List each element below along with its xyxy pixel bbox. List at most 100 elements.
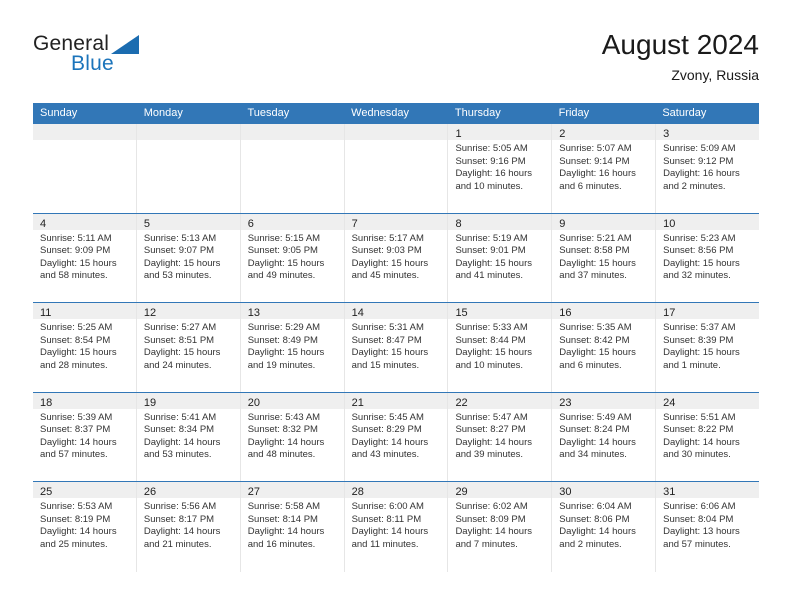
day-cell[interactable]: 16 Sunrise: 5:35 AM Sunset: 8:42 PM Dayl… (552, 303, 657, 392)
day-cell[interactable]: 27 Sunrise: 5:58 AM Sunset: 8:14 PM Dayl… (240, 482, 345, 572)
day-cell[interactable]: 6 Sunrise: 5:15 AM Sunset: 9:05 PM Dayli… (240, 213, 345, 302)
day-cell[interactable]: 30 Sunrise: 6:04 AM Sunset: 8:06 PM Dayl… (552, 482, 657, 572)
day-number-band: 13 (240, 303, 344, 319)
daylight-text-line2: and 53 minutes. (143, 449, 212, 461)
day-number: 15 (455, 307, 468, 319)
daylight-text-line1: Daylight: 15 hours (455, 347, 533, 359)
day-cell[interactable]: 21 Sunrise: 5:45 AM Sunset: 8:29 PM Dayl… (344, 392, 449, 481)
day-cell[interactable]: 13 Sunrise: 5:29 AM Sunset: 8:49 PM Dayl… (240, 303, 345, 392)
day-cell[interactable]: 25 Sunrise: 5:53 AM Sunset: 8:19 PM Dayl… (33, 482, 137, 572)
day-cell[interactable]: 20 Sunrise: 5:43 AM Sunset: 8:32 PM Dayl… (240, 392, 345, 481)
day-cell[interactable]: 18 Sunrise: 5:39 AM Sunset: 8:37 PM Dayl… (33, 392, 137, 481)
day-info (137, 140, 240, 143)
sunset-text: Sunset: 8:58 PM (559, 245, 630, 257)
sunset-text: Sunset: 8:22 PM (663, 424, 734, 436)
day-info: Sunrise: 5:17 AM Sunset: 9:03 PM Dayligh… (345, 230, 448, 283)
day-cell[interactable] (344, 124, 449, 213)
daylight-text-line2: and 30 minutes. (663, 449, 731, 461)
daylight-text-line1: Daylight: 14 hours (559, 436, 636, 448)
brand-logo[interactable]: General Blue (33, 32, 253, 88)
day-cell[interactable]: 5 Sunrise: 5:13 AM Sunset: 9:07 PM Dayli… (136, 213, 241, 302)
day-info: Sunrise: 5:27 AM Sunset: 8:51 PM Dayligh… (137, 319, 240, 372)
day-info: Sunrise: 5:19 AM Sunset: 9:01 PM Dayligh… (448, 230, 551, 283)
sunset-text: Sunset: 9:16 PM (455, 155, 526, 167)
day-cell[interactable]: 28 Sunrise: 6:00 AM Sunset: 8:11 PM Dayl… (344, 482, 449, 572)
day-cell[interactable]: 7 Sunrise: 5:17 AM Sunset: 9:03 PM Dayli… (344, 213, 449, 302)
day-cell[interactable]: 31 Sunrise: 6:06 AM Sunset: 8:04 PM Dayl… (656, 482, 760, 572)
day-cell[interactable] (240, 124, 345, 213)
daylight-text-line2: and 16 minutes. (247, 538, 316, 550)
day-number-band: 27 (240, 482, 344, 498)
title-group: August 2024 Zvony, Russia (602, 28, 759, 85)
daylight-text-line2: and 58 minutes. (40, 270, 108, 282)
day-number: 13 (247, 307, 260, 319)
day-info: Sunrise: 5:05 AM Sunset: 9:16 PM Dayligh… (448, 140, 551, 193)
day-info: Sunrise: 5:29 AM Sunset: 8:49 PM Dayligh… (241, 319, 344, 372)
day-cell[interactable]: 3 Sunrise: 5:09 AM Sunset: 9:12 PM Dayli… (656, 124, 760, 213)
daylight-text-line1: Daylight: 14 hours (351, 526, 429, 538)
day-cell[interactable]: 22 Sunrise: 5:47 AM Sunset: 8:27 PM Dayl… (448, 392, 553, 481)
day-info: Sunrise: 5:43 AM Sunset: 8:32 PM Dayligh… (241, 409, 344, 462)
day-cell[interactable]: 1 Sunrise: 5:05 AM Sunset: 9:16 PM Dayli… (448, 124, 553, 213)
daylight-text-line2: and 28 minutes. (40, 359, 108, 371)
day-cell[interactable]: 10 Sunrise: 5:23 AM Sunset: 8:56 PM Dayl… (656, 213, 760, 302)
weekday-saturday: Saturday (662, 107, 707, 119)
day-cell[interactable]: 24 Sunrise: 5:51 AM Sunset: 8:22 PM Dayl… (656, 392, 760, 481)
sunrise-text: Sunrise: 5:43 AM (247, 411, 321, 423)
day-cell[interactable]: 9 Sunrise: 5:21 AM Sunset: 8:58 PM Dayli… (552, 213, 657, 302)
day-cell[interactable]: 19 Sunrise: 5:41 AM Sunset: 8:34 PM Dayl… (136, 392, 241, 481)
day-number: 20 (247, 396, 260, 409)
daylight-text-line1: Daylight: 15 hours (351, 257, 429, 269)
daylight-text-line1: Daylight: 15 hours (143, 257, 221, 269)
sunrise-text: Sunrise: 6:04 AM (559, 501, 632, 512)
week-row: 4 Sunrise: 5:11 AM Sunset: 9:09 PM Dayli… (33, 213, 760, 303)
day-cell[interactable]: 29 Sunrise: 6:02 AM Sunset: 8:09 PM Dayl… (448, 482, 553, 572)
daylight-text-line1: Daylight: 14 hours (455, 526, 533, 538)
day-cell[interactable] (33, 124, 137, 213)
daylight-text-line2: and 53 minutes. (143, 270, 212, 282)
day-cell[interactable]: 12 Sunrise: 5:27 AM Sunset: 8:51 PM Dayl… (136, 303, 241, 392)
day-cell[interactable]: 8 Sunrise: 5:19 AM Sunset: 9:01 PM Dayli… (448, 213, 553, 302)
day-info: Sunrise: 5:45 AM Sunset: 8:29 PM Dayligh… (345, 409, 448, 462)
weekday-friday: Friday (558, 107, 590, 119)
daylight-text-line2: and 10 minutes. (455, 359, 524, 371)
sunset-text: Sunset: 8:42 PM (559, 334, 630, 346)
day-number: 4 (40, 217, 47, 230)
sunrise-text: Sunrise: 5:07 AM (559, 143, 632, 154)
day-info: Sunrise: 5:33 AM Sunset: 8:44 PM Dayligh… (448, 319, 551, 372)
day-cell[interactable]: 17 Sunrise: 5:37 AM Sunset: 8:39 PM Dayl… (656, 303, 760, 392)
day-number-band: 6 (240, 213, 344, 230)
sunset-text: Sunset: 8:17 PM (143, 513, 215, 525)
day-cell[interactable] (136, 124, 241, 213)
daylight-text-line1: Daylight: 14 hours (143, 436, 221, 448)
weekday-tuesday: Tuesday (247, 107, 290, 119)
day-info: Sunrise: 5:25 AM Sunset: 8:54 PM Dayligh… (33, 319, 136, 372)
sunset-text: Sunset: 8:06 PM (559, 513, 630, 525)
daylight-text-line2: and 2 minutes. (663, 180, 726, 192)
day-info: Sunrise: 5:11 AM Sunset: 9:09 PM Dayligh… (33, 230, 136, 283)
day-cell[interactable]: 14 Sunrise: 5:31 AM Sunset: 8:47 PM Dayl… (344, 303, 449, 392)
day-cell[interactable]: 11 Sunrise: 5:25 AM Sunset: 8:54 PM Dayl… (33, 303, 137, 392)
day-number: 11 (40, 307, 52, 319)
day-number: 9 (559, 217, 566, 230)
day-info: Sunrise: 5:58 AM Sunset: 8:14 PM Dayligh… (241, 498, 344, 551)
day-info: Sunrise: 5:37 AM Sunset: 8:39 PM Dayligh… (656, 319, 759, 372)
day-cell[interactable]: 2 Sunrise: 5:07 AM Sunset: 9:14 PM Dayli… (552, 124, 657, 213)
day-number: 28 (351, 486, 364, 498)
daylight-text-line1: Daylight: 16 hours (663, 168, 740, 180)
day-number: 3 (663, 128, 670, 140)
sunrise-text: Sunrise: 5:53 AM (40, 501, 113, 512)
daylight-text-line1: Daylight: 15 hours (663, 257, 740, 269)
day-info: Sunrise: 5:39 AM Sunset: 8:37 PM Dayligh… (33, 409, 136, 462)
day-cell[interactable]: 26 Sunrise: 5:56 AM Sunset: 8:17 PM Dayl… (136, 482, 241, 572)
daylight-text-line2: and 34 minutes. (559, 449, 627, 461)
daylight-text-line2: and 32 minutes. (663, 270, 731, 282)
day-number-band (136, 124, 240, 140)
day-cell[interactable]: 4 Sunrise: 5:11 AM Sunset: 9:09 PM Dayli… (33, 213, 137, 302)
daylight-text-line2: and 11 minutes. (351, 538, 419, 550)
day-cell[interactable]: 23 Sunrise: 5:49 AM Sunset: 8:24 PM Dayl… (552, 392, 657, 481)
sunset-text: Sunset: 8:29 PM (351, 424, 422, 436)
day-info: Sunrise: 5:51 AM Sunset: 8:22 PM Dayligh… (656, 409, 759, 462)
sunset-text: Sunset: 8:32 PM (247, 424, 318, 436)
day-cell[interactable]: 15 Sunrise: 5:33 AM Sunset: 8:44 PM Dayl… (448, 303, 553, 392)
